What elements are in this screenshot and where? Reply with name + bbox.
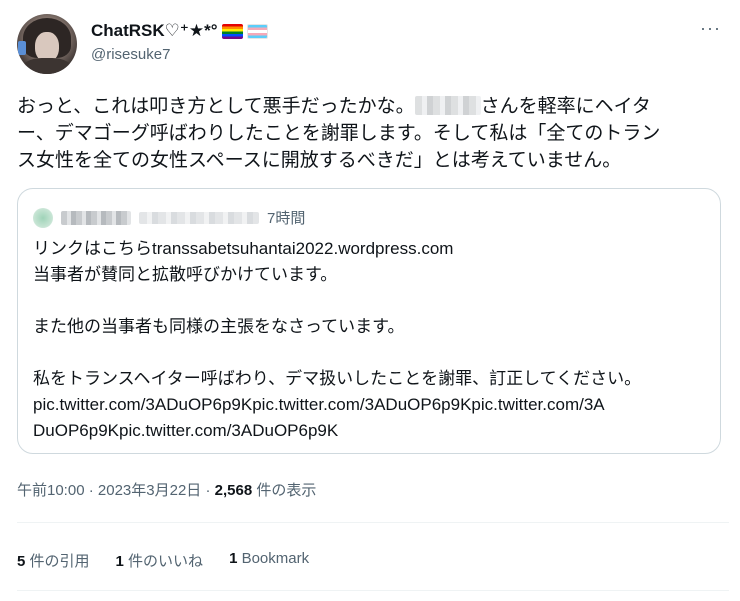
quoted-text-blank-line <box>33 288 713 314</box>
redacted-quoted-author-name <box>61 210 131 225</box>
quoted-tweet-header: 7時間 <box>33 207 305 228</box>
more-options-icon[interactable]: ··· <box>700 18 721 39</box>
tweet-text-line-2: ー、デマゴーグ呼ばわりしたことを謝罪します。そして私は「全てのトラン <box>17 123 661 144</box>
likes-count: 1 <box>115 553 124 570</box>
tweet-text-segment: さんを軽率にヘイタ <box>480 96 651 117</box>
quoted-text-link-line: DuOP6p9Kpic.twitter.com/3ADuOP6p9K <box>33 421 339 440</box>
tweet: ChatRSK♡⁺★*° @risesuke7 ··· おっと、これは叩き方とし… <box>0 0 740 601</box>
quoted-tweet-text: リンクはこちらtranssabetsuhantai2022.wordpress.… <box>33 236 713 444</box>
author-handle[interactable]: @risesuke7 <box>91 46 170 63</box>
likes-label: 件のいいね <box>128 553 204 570</box>
tweet-text-line-3: ス女性を全ての女性スペースに開放するべきだ」とは考えていません。 <box>17 150 622 171</box>
bookmarks-label: Bookmark <box>241 550 310 567</box>
author-avatar[interactable] <box>17 14 77 74</box>
author-display-name[interactable]: ChatRSK♡⁺★*° <box>91 21 268 41</box>
quotes-label: 件の引用 <box>29 553 90 570</box>
tweet-date[interactable]: 2023年3月22日 <box>98 482 201 499</box>
quoted-text-link-line: pic.twitter.com/3ADuOP6p9Kpic.twitter.co… <box>33 395 605 414</box>
tweet-text-line-1: おっと、これは叩き方として悪手だったかな。 さんを軽率にヘイタ <box>17 93 729 120</box>
quoted-author-avatar <box>33 207 53 228</box>
quotes-stat[interactable]: 5 件の引用 <box>17 550 90 571</box>
quoted-text-blank-line <box>33 340 713 366</box>
redacted-name <box>414 96 481 115</box>
quotes-count: 5 <box>17 553 26 570</box>
bookmarks-count: 1 <box>229 550 238 567</box>
tweet-meta: 午前10:00 · 2023年3月22日 · 2,568 件の表示 <box>17 479 316 500</box>
meta-separator: · <box>88 482 94 499</box>
quoted-tweet-card[interactable]: 7時間 リンクはこちらtranssabetsuhantai2022.wordpr… <box>17 188 721 454</box>
divider <box>17 522 729 523</box>
meta-separator: · <box>205 482 211 499</box>
redacted-quoted-author-handle <box>139 211 259 224</box>
views-count: 2,568 <box>214 482 253 499</box>
quoted-tweet-time[interactable]: 7時間 <box>267 207 305 228</box>
tweet-text-segment: おっと、これは叩き方として悪手だったかな。 <box>17 96 415 117</box>
quoted-text-line: 私をトランスヘイター呼ばわり、デマ扱いしたことを謝罪、訂正してください。 <box>33 369 642 388</box>
bookmarks-stat[interactable]: 1 Bookmark <box>229 550 309 571</box>
likes-stat[interactable]: 1 件のいいね <box>116 550 204 571</box>
quoted-text-line: また他の当事者も同様の主張をなさっています。 <box>33 317 405 336</box>
author-name-text[interactable]: ChatRSK♡⁺★*° <box>91 21 218 41</box>
quoted-text-line: リンクはこちらtranssabetsuhantai2022.wordpress.… <box>33 239 454 258</box>
views-label: 件の表示 <box>256 482 317 499</box>
trans-flag-icon <box>246 23 268 39</box>
divider <box>17 590 729 591</box>
rainbow-flag-icon <box>221 23 243 39</box>
tweet-stats: 5 件の引用 1 件のいいね 1 Bookmark <box>17 550 309 571</box>
tweet-text: おっと、これは叩き方として悪手だったかな。 さんを軽率にヘイタ ー、デマゴーグ呼ば… <box>17 93 729 174</box>
tweet-time[interactable]: 午前10:00 <box>17 482 85 499</box>
quoted-text-line: 当事者が賛同と拡散呼びかけています。 <box>33 265 338 284</box>
